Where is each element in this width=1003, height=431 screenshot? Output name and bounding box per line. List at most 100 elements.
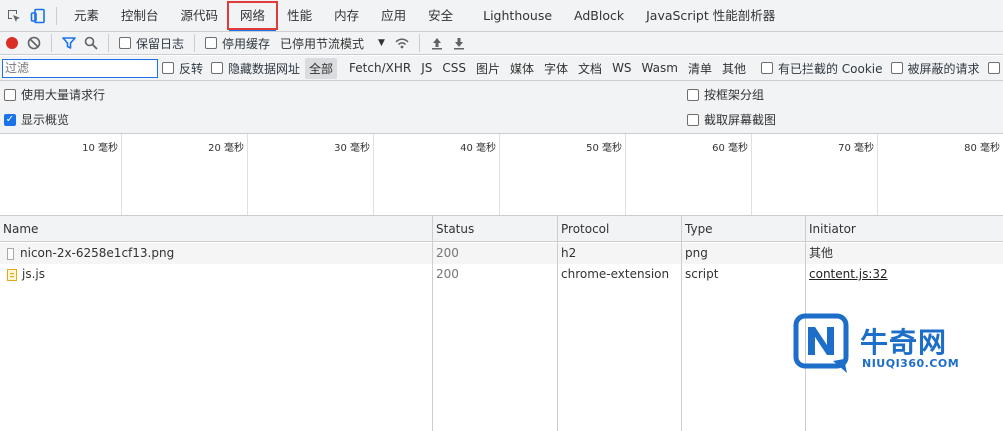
overview-tick: 30 毫秒 [248, 134, 374, 215]
inspect-element-icon[interactable] [2, 2, 26, 30]
filter-type-fetch-xhr[interactable]: Fetch/XHR [345, 59, 415, 77]
checkbox-box[interactable] [4, 88, 16, 101]
throttling-select[interactable]: 已停用节流模式 ▼ [280, 35, 385, 52]
column-header-name[interactable]: Name [0, 216, 432, 242]
checkbox-box[interactable] [987, 62, 1000, 74]
checkbox-box[interactable] [162, 62, 174, 74]
third-party-checkbox[interactable] [987, 62, 1003, 74]
network-overview-timeline[interactable]: 10 毫秒 20 毫秒 30 毫秒 40 毫秒 50 毫秒 60 毫秒 70 毫… [0, 134, 1003, 216]
checkbox-box[interactable] [205, 37, 218, 49]
column-divider[interactable] [681, 216, 682, 431]
column-header-protocol[interactable]: Protocol [558, 216, 680, 242]
filter-type-all[interactable]: 全部 [305, 57, 338, 79]
column-header-type[interactable]: Type [682, 216, 804, 242]
filter-type-wasm[interactable]: Wasm [638, 59, 682, 77]
overview-tick: 70 毫秒 [752, 134, 878, 215]
table-header: Name Status Protocol Type Initiator [0, 216, 1003, 242]
checkbox-box[interactable] [760, 62, 773, 74]
protocol-cell: h2 [561, 246, 577, 260]
initiator-link[interactable]: content.js:32 [806, 264, 1003, 285]
filter-type-media[interactable]: 媒体 [506, 58, 538, 79]
chevron-down-icon: ▼ [378, 38, 385, 48]
tab-console[interactable]: 控制台 [110, 0, 170, 31]
clear-icon[interactable] [23, 32, 45, 54]
blocked-cookies-label: 有已拦截的 Cookie [777, 61, 883, 76]
tab-lighthouse[interactable]: Lighthouse [472, 0, 563, 31]
table-row[interactable]: nicon-2x-6258e1cf13.png 200 h2 png 其他 [0, 243, 1003, 264]
column-divider[interactable] [432, 216, 433, 431]
capture-screenshots-checkbox[interactable]: 截取屏幕截图 [687, 111, 776, 128]
large-rows-label: 使用大量请求行 [21, 88, 106, 102]
throttling-value: 已停用节流模式 [280, 36, 365, 51]
tab-adblock[interactable]: AdBlock [563, 0, 635, 31]
overview-tick-label: 30 毫秒 [334, 143, 370, 154]
overview-tick: 60 毫秒 [626, 134, 752, 215]
invert-checkbox[interactable]: 反转 [162, 60, 203, 77]
toolbar-divider [51, 34, 52, 52]
filter-type-manifest[interactable]: 清单 [684, 58, 716, 79]
watermark-title: 牛奇网 [860, 326, 948, 359]
tab-application[interactable]: 应用 [370, 0, 417, 31]
request-name: nicon-2x-6258e1cf13.png [20, 246, 175, 260]
blocked-requests-label: 被屏蔽的请求 [907, 61, 980, 76]
tab-highlight-box [227, 1, 279, 30]
type-cell: script [685, 267, 719, 281]
site-watermark: 牛奇网 NIUQI360.COM [793, 313, 998, 377]
tab-sources[interactable]: 源代码 [170, 0, 230, 31]
filter-type-css[interactable]: CSS [438, 59, 470, 77]
checkbox-box[interactable] [890, 62, 903, 74]
script-file-icon [7, 268, 17, 281]
record-icon[interactable] [1, 32, 23, 54]
toolbar-divider [56, 6, 57, 25]
tab-security[interactable]: 安全 [417, 0, 464, 31]
checkbox-checked[interactable]: ✓ [4, 113, 16, 126]
filter-type-img[interactable]: 图片 [472, 58, 504, 79]
column-header-status[interactable]: Status [433, 216, 557, 242]
network-conditions-icon[interactable] [391, 32, 413, 54]
filter-type-font[interactable]: 字体 [540, 58, 572, 79]
show-overview-label: 显示概览 [21, 113, 70, 127]
overview-tick-label: 60 毫秒 [712, 143, 748, 154]
filter-type-ws[interactable]: WS [608, 59, 635, 77]
request-name-cell: nicon-2x-6258e1cf13.png [0, 243, 432, 264]
preserve-log-checkbox[interactable]: 保留日志 [119, 35, 184, 52]
invert-label: 反转 [179, 61, 204, 76]
column-header-initiator[interactable]: Initiator [806, 216, 1003, 242]
show-overview-checkbox[interactable]: ✓ 显示概览 [4, 111, 69, 128]
export-har-icon[interactable] [448, 32, 470, 54]
status-cell: 200 [436, 267, 459, 281]
tab-elements[interactable]: 元素 [63, 0, 110, 31]
tab-memory[interactable]: 内存 [323, 0, 370, 31]
overview-tick-label: 40 毫秒 [460, 143, 496, 154]
filter-icon[interactable] [58, 32, 80, 54]
network-settings-pane: 使用大量请求行 ✓ 显示概览 按框架分组 截取屏幕截图 [0, 81, 1003, 134]
toolbar-divider [108, 34, 109, 52]
filter-type-other[interactable]: 其他 [718, 58, 750, 79]
group-by-frame-checkbox[interactable]: 按框架分组 [687, 86, 764, 103]
import-har-icon[interactable] [426, 32, 448, 54]
filter-type-js[interactable]: JS [417, 59, 436, 77]
tab-performance[interactable]: 性能 [276, 0, 323, 31]
checkbox-box[interactable] [687, 113, 699, 126]
large-rows-checkbox[interactable]: 使用大量请求行 [4, 86, 105, 103]
overview-tick-label: 70 毫秒 [838, 143, 874, 154]
tab-js-profiler[interactable]: JavaScript 性能剖析器 [635, 0, 786, 31]
search-icon[interactable] [80, 32, 102, 54]
filter-type-doc[interactable]: 文档 [574, 58, 606, 79]
disable-cache-checkbox[interactable]: 停用缓存 [205, 35, 270, 52]
column-divider[interactable] [557, 216, 558, 431]
table-row[interactable]: js.js 200 chrome-extension script conten… [0, 264, 1003, 285]
blocked-requests-checkbox[interactable]: 被屏蔽的请求 [890, 60, 980, 77]
checkbox-box[interactable] [687, 88, 699, 101]
device-toolbar-icon[interactable] [26, 2, 50, 30]
hide-data-urls-checkbox[interactable]: 隐藏数据网址 [211, 60, 300, 77]
capture-screenshots-label: 截取屏幕截图 [704, 113, 777, 127]
checkbox-box[interactable] [211, 62, 224, 74]
type-cell: png [685, 246, 708, 260]
blocked-cookies-checkbox[interactable]: 有已拦截的 Cookie [760, 60, 883, 77]
tab-network[interactable]: 网络 [227, 0, 279, 31]
checkbox-box[interactable] [119, 37, 131, 49]
group-by-frame-label: 按框架分组 [704, 88, 765, 102]
overview-tick-label: 50 毫秒 [586, 143, 622, 154]
filter-input[interactable] [2, 58, 158, 78]
